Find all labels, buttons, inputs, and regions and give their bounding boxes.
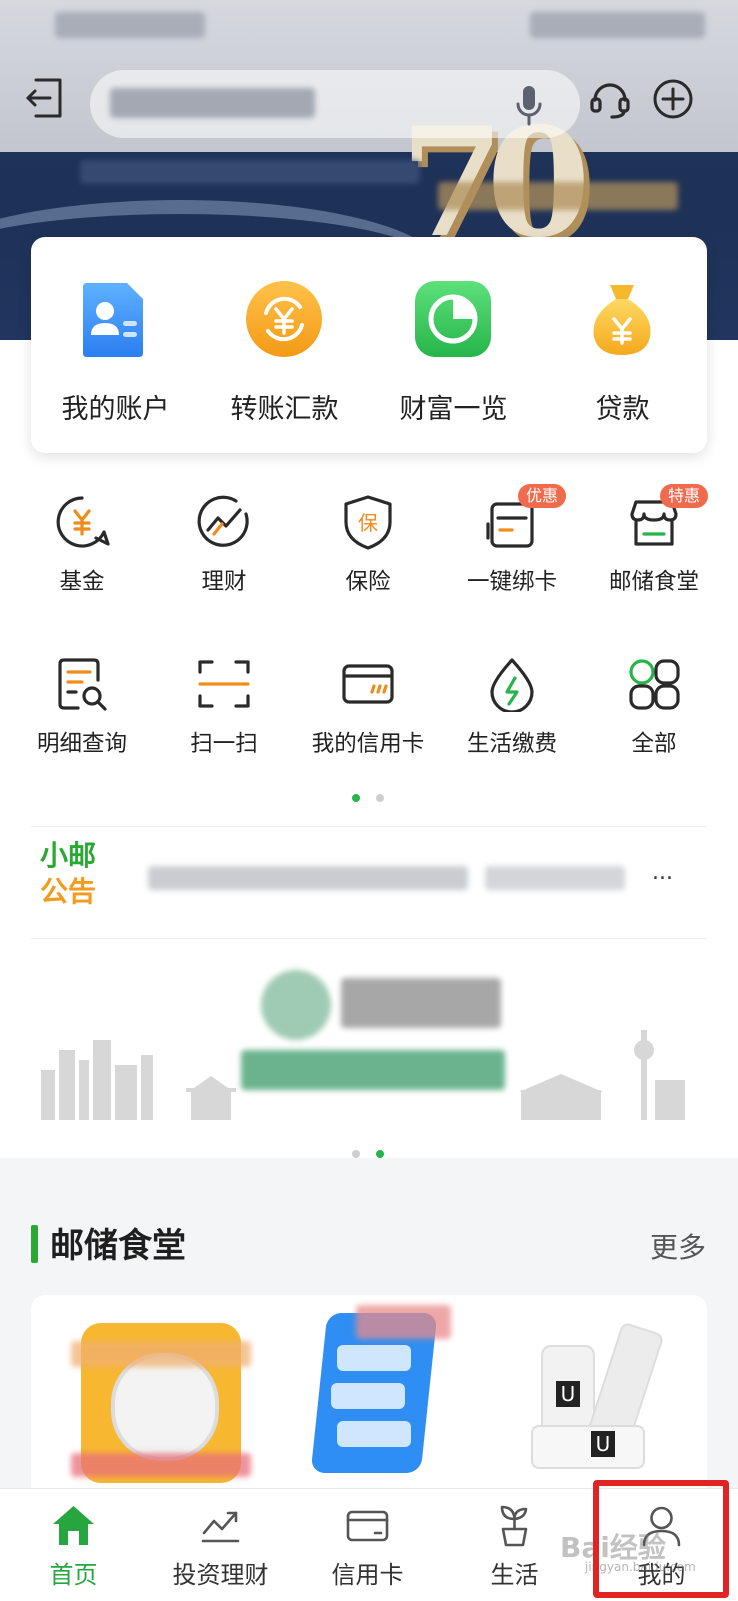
grid-insurance[interactable]: 保 保险 <box>296 494 440 596</box>
quick-actions-card: 我的账户 转账汇款 财富一览 贷款 <box>31 237 707 453</box>
notice-logo-line2: 公告 <box>40 875 97 908</box>
fund-icon <box>54 494 110 550</box>
search-input[interactable] <box>90 70 580 138</box>
detail-query-icon <box>54 656 110 712</box>
wealth-pie-icon <box>413 279 493 359</box>
grid-scan[interactable]: 扫一扫 <box>152 656 296 758</box>
grid-credit-card[interactable]: 我的信用卡 <box>296 656 440 758</box>
customer-service-icon[interactable] <box>588 76 632 120</box>
account-document-icon <box>75 279 155 359</box>
special-offer-badge: 特惠 <box>660 484 709 508</box>
sprout-icon <box>492 1503 537 1548</box>
scan-icon <box>196 656 252 712</box>
quick-loan[interactable]: 贷款 <box>538 237 707 453</box>
card-icon <box>345 1503 390 1548</box>
banner-page-indicator <box>352 1150 360 1158</box>
all-apps-icon <box>626 656 682 712</box>
skyline-illustration <box>41 1030 685 1120</box>
grid-page-indicator <box>376 794 384 802</box>
notice-ellipsis: ... <box>652 860 673 885</box>
product-sim-card[interactable] <box>301 1305 451 1485</box>
grid-page-indicator-active <box>352 794 360 802</box>
add-icon[interactable] <box>652 78 694 120</box>
exit-icon[interactable] <box>24 76 66 120</box>
grid-detail-query[interactable]: 明细查询 <box>10 656 154 758</box>
banner-page-indicator-active <box>376 1150 384 1158</box>
section-accent-bar <box>31 1225 38 1263</box>
utility-drop-icon <box>484 656 540 714</box>
store-icon: 特惠 <box>626 484 709 550</box>
promo-badge: 优惠 <box>518 484 567 508</box>
notice-marquee[interactable]: ... <box>140 852 680 900</box>
grid-bind-card[interactable]: 优惠 一键绑卡 <box>440 484 584 596</box>
canteen-more-link[interactable]: 更多 <box>650 1226 706 1266</box>
quick-wealth-overview[interactable]: 财富一览 <box>369 237 538 453</box>
microphone-icon[interactable] <box>515 84 543 130</box>
promo-banner[interactable] <box>31 950 707 1150</box>
grid-fund[interactable]: 基金 <box>10 494 154 596</box>
tab-home[interactable]: 首页 <box>0 1489 147 1601</box>
notice-logo-line1: 小邮 <box>40 839 97 872</box>
quick-my-account[interactable]: 我的账户 <box>31 237 200 453</box>
product-toiletries[interactable]: U U <box>511 1305 691 1485</box>
transfer-icon <box>244 279 324 359</box>
insurance-icon-text: 保 <box>358 511 378 535</box>
tab-investment[interactable]: 投资理财 <box>147 1489 294 1601</box>
product-robot-vacuum[interactable] <box>71 1313 251 1483</box>
canteen-title: 邮储食堂 <box>50 1226 186 1266</box>
grid-wealth[interactable]: 理财 <box>152 494 296 596</box>
quick-transfer[interactable]: 转账汇款 <box>200 237 369 453</box>
wealth-trend-icon <box>196 494 252 550</box>
insurance-shield-icon: 保 <box>340 494 396 550</box>
invest-chart-icon <box>198 1503 243 1548</box>
loan-moneybag-icon <box>582 279 662 359</box>
credit-card-icon <box>340 656 396 712</box>
grid-canteen[interactable]: 特惠 邮储食堂 <box>582 484 726 596</box>
grid-utility[interactable]: 生活缴费 <box>440 656 584 758</box>
grid-all[interactable]: 全部 <box>582 656 726 758</box>
tab-credit-card[interactable]: 信用卡 <box>294 1489 441 1601</box>
bind-card-icon: 优惠 <box>484 484 567 550</box>
canteen-products-card: U U <box>31 1295 707 1505</box>
home-icon <box>51 1503 96 1548</box>
highlight-frame <box>593 1480 729 1598</box>
notice-logo: 小邮 公告 <box>40 838 114 918</box>
